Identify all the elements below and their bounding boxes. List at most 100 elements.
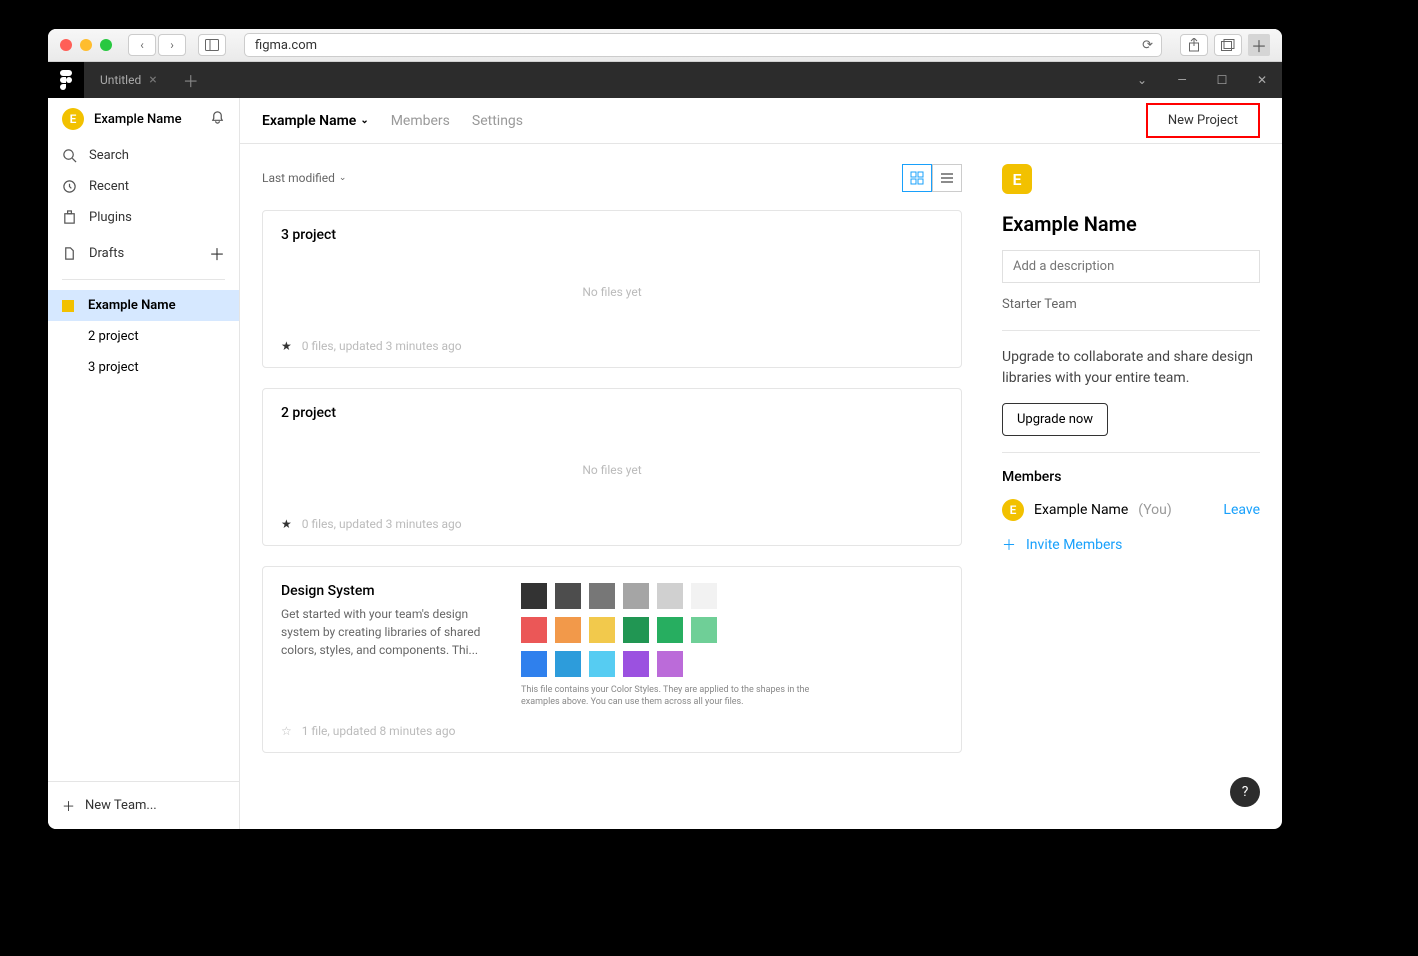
app-tab-bar: Untitled × ＋ ⌄ — ☐ ✕ [48, 62, 1282, 98]
sidebar-user[interactable]: E Example Name [48, 98, 239, 140]
window-controls: ⌄ — ☐ ✕ [1122, 62, 1282, 98]
color-swatch [521, 651, 547, 677]
maximize-icon[interactable]: ☐ [1202, 62, 1242, 98]
project-card[interactable]: 2 project No files yet ★ 0 files, update… [262, 388, 962, 546]
forward-button[interactable]: › [158, 34, 186, 56]
browser-toolbar: ‹ › figma.com ⟳ ＋ [48, 29, 1282, 62]
star-icon[interactable]: ★ [281, 517, 292, 531]
color-swatch [623, 617, 649, 643]
sidebar-item-plugins[interactable]: Plugins [48, 202, 239, 233]
upgrade-button[interactable]: Upgrade now [1002, 403, 1108, 436]
url-bar[interactable]: figma.com ⟳ [244, 33, 1162, 57]
color-swatch [521, 617, 547, 643]
divider [1002, 330, 1260, 331]
upgrade-text: Upgrade to collaborate and share design … [1002, 347, 1260, 389]
grid-view-button[interactable] [902, 164, 932, 192]
clock-icon [62, 179, 77, 194]
sidebar-project[interactable]: 3 project [48, 352, 239, 383]
sort-dropdown[interactable]: Last modified ⌄ [262, 171, 346, 185]
sidebar-item-search[interactable]: Search [48, 140, 239, 171]
sidebar-project[interactable]: 2 project [48, 321, 239, 352]
project-card[interactable]: 3 project No files yet ★ 0 files, update… [262, 210, 962, 368]
ds-meta: 1 file, updated 8 minutes ago [302, 724, 456, 738]
new-team-label: New Team... [85, 798, 157, 813]
sidebar-label: Drafts [89, 246, 124, 261]
color-swatch [589, 583, 615, 609]
team-avatar: E [1002, 164, 1032, 194]
back-button[interactable]: ‹ [128, 34, 156, 56]
member-avatar: E [1002, 499, 1024, 521]
member-name: Example Name [1034, 502, 1128, 518]
color-swatch [555, 651, 581, 677]
search-icon [62, 148, 77, 163]
color-swatch [657, 651, 683, 677]
list-view-button[interactable] [932, 164, 962, 192]
sidebar-label: Plugins [89, 210, 132, 225]
ds-desc: Get started with your team's design syst… [281, 605, 481, 659]
color-swatch [691, 583, 717, 609]
minimize-icon[interactable]: — [1162, 62, 1202, 98]
color-swatch [589, 651, 615, 677]
top-bar: Example Name ⌄ Members Settings New Proj… [240, 98, 1282, 144]
member-you: (You) [1138, 502, 1171, 518]
project-title: 2 project [281, 405, 943, 421]
star-outline-icon[interactable]: ☆ [281, 724, 292, 738]
empty-state: No files yet [281, 427, 943, 517]
url-text: figma.com [255, 38, 317, 53]
add-draft-icon[interactable]: ＋ [209, 241, 225, 265]
minimize-window-icon[interactable] [80, 39, 92, 51]
team-label: Example Name [88, 298, 176, 313]
leave-link[interactable]: Leave [1223, 502, 1260, 518]
sidebar-team[interactable]: Example Name [48, 290, 239, 321]
tabs-button[interactable] [1214, 34, 1242, 56]
color-swatch [623, 583, 649, 609]
breadcrumb-team[interactable]: Example Name ⌄ [262, 113, 369, 129]
new-tab-button[interactable]: ＋ [1248, 34, 1270, 56]
avatar: E [62, 108, 84, 130]
ds-title: Design System [281, 583, 481, 599]
new-team-button[interactable]: ＋ New Team... [48, 781, 239, 829]
sidebar-label: Search [89, 148, 129, 163]
file-icon [62, 246, 77, 261]
star-icon[interactable]: ★ [281, 339, 292, 353]
notifications-icon[interactable] [210, 110, 225, 129]
close-tab-icon[interactable]: × [149, 72, 156, 88]
sidebar-item-drafts[interactable]: Drafts ＋ [48, 233, 239, 273]
share-button[interactable] [1180, 34, 1208, 56]
figma-logo-icon[interactable] [48, 62, 84, 98]
traffic-lights [60, 39, 112, 51]
tab-title: Untitled [100, 73, 141, 87]
close-window-icon[interactable] [60, 39, 72, 51]
add-tab-button[interactable]: ＋ [173, 68, 209, 92]
tab-settings[interactable]: Settings [472, 113, 523, 129]
color-swatch [589, 617, 615, 643]
tab-members[interactable]: Members [391, 113, 450, 129]
reload-icon[interactable]: ⟳ [1142, 38, 1153, 53]
team-name: Example Name [1002, 212, 1260, 236]
help-button[interactable]: ? [1230, 777, 1260, 807]
design-system-card[interactable]: Design System Get started with your team… [262, 566, 962, 753]
team-info-panel: E Example Name Starter Team Upgrade to c… [1002, 164, 1260, 809]
sidebar-label: Recent [89, 179, 129, 194]
color-swatch [657, 583, 683, 609]
sort-label: Last modified [262, 171, 335, 185]
swatches: This file contains your Color Styles. Th… [521, 583, 821, 708]
project-label: 2 project [88, 329, 139, 344]
color-swatch [657, 617, 683, 643]
new-project-button[interactable]: New Project [1146, 103, 1260, 138]
invite-members-link[interactable]: ＋ Invite Members [1002, 535, 1260, 555]
chevron-down-icon: ⌄ [339, 173, 347, 183]
color-swatch [521, 583, 547, 609]
close-icon[interactable]: ✕ [1242, 62, 1282, 98]
color-swatch [555, 617, 581, 643]
sidebar-toggle-button[interactable] [198, 34, 226, 56]
file-tab[interactable]: Untitled × [84, 62, 173, 98]
team-title: Example Name [262, 113, 356, 129]
description-input[interactable] [1002, 250, 1260, 283]
chevron-down-icon[interactable]: ⌄ [1122, 62, 1162, 98]
plugin-icon [62, 210, 77, 225]
maximize-window-icon[interactable] [100, 39, 112, 51]
divider [62, 279, 225, 280]
project-label: 3 project [88, 360, 139, 375]
sidebar-item-recent[interactable]: Recent [48, 171, 239, 202]
